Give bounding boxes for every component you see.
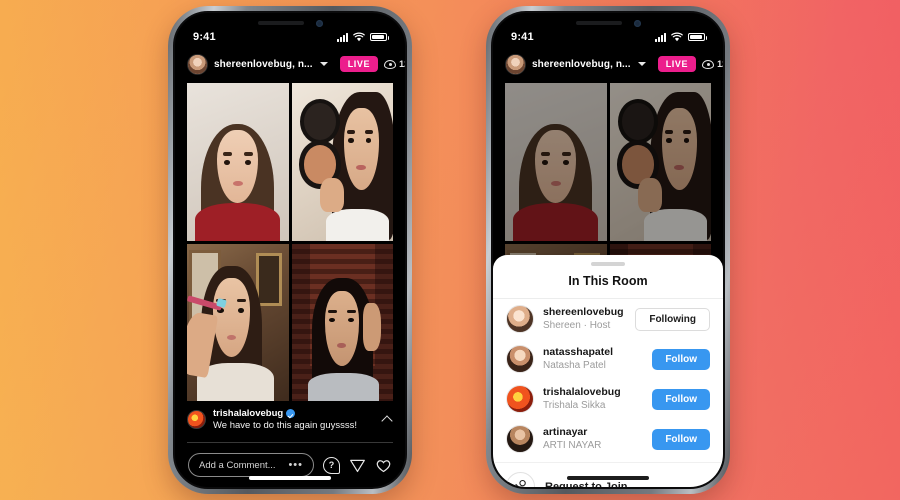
participant-list: shereenlovebug Shereen · Host Following … xyxy=(493,299,723,459)
viewer-count: 12k xyxy=(399,59,405,69)
front-camera-icon xyxy=(315,19,323,27)
request-to-join-label: Request to Join xyxy=(545,480,628,488)
follow-button[interactable]: Follow xyxy=(652,348,710,370)
signal-icon xyxy=(655,32,666,42)
viewer-count-group[interactable]: 12k xyxy=(702,59,723,69)
participant-subtitle: Shereen · Host xyxy=(543,320,611,332)
following-button[interactable]: Following xyxy=(635,307,710,331)
wifi-icon xyxy=(353,32,365,42)
verified-badge-icon xyxy=(286,409,296,418)
participant-username[interactable]: natasshapatel xyxy=(543,346,643,359)
host-handle[interactable]: shereenlovebug, n... xyxy=(532,59,631,70)
eye-icon xyxy=(702,59,715,69)
list-item[interactable]: artinayar ARTI NAYAR Follow xyxy=(493,419,723,459)
phone-top-hardware xyxy=(493,16,723,30)
live-header-left: shereenlovebug, n... LIVE 12k xyxy=(175,50,405,78)
status-bar-right: 9:41 xyxy=(493,27,723,47)
follow-button[interactable]: Follow xyxy=(652,388,710,410)
question-icon[interactable]: ? xyxy=(323,456,340,474)
participant-names: natasshapatel Natasha Patel xyxy=(543,346,643,372)
participant-names: shereenlovebug Shereen · Host xyxy=(543,306,626,332)
participant-names: artinayar ARTI NAYAR xyxy=(543,426,643,452)
comment-avatar[interactable] xyxy=(187,410,206,429)
status-icons xyxy=(337,32,389,42)
participant-username[interactable]: artinayar xyxy=(543,426,643,439)
phone-top-hardware xyxy=(175,16,405,30)
phone-right-screen: 9:41 shereenlovebug, n... LIVE 1 In This… xyxy=(491,11,725,489)
request-to-join-row[interactable]: Request to Join xyxy=(493,462,723,487)
heart-icon[interactable] xyxy=(375,457,392,474)
chevron-up-icon[interactable] xyxy=(382,413,393,424)
follow-button[interactable]: Follow xyxy=(652,428,710,450)
home-indicator-left[interactable] xyxy=(249,476,331,480)
phone-left: 9:41 shereenlovebug, n... LIVE 1 trishal… xyxy=(168,6,412,494)
in-this-room-sheet: In This Room shereenlovebug Shereen · Ho… xyxy=(493,255,723,487)
speaker-slot xyxy=(575,21,622,25)
participant-username[interactable]: shereenlovebug xyxy=(543,306,626,319)
live-badge: LIVE xyxy=(657,56,697,72)
host-handle[interactable]: shereenlovebug, n... xyxy=(214,59,313,70)
home-indicator-right[interactable] xyxy=(567,476,649,480)
sheet-title: In This Room xyxy=(493,266,723,299)
viewer-count-group[interactable]: 12k xyxy=(384,59,405,69)
comment-text: We have to do this again guyssss! xyxy=(213,420,357,431)
viewer-count: 12k xyxy=(717,59,723,69)
comment-input-placeholder: Add a Comment... xyxy=(199,459,276,471)
add-person-icon xyxy=(506,472,535,487)
live-badge: LIVE xyxy=(339,56,379,72)
avatar[interactable] xyxy=(506,385,534,413)
speaker-slot xyxy=(257,21,304,25)
front-camera-icon xyxy=(633,19,641,27)
comment-strip: trishalalovebug We have to do this again… xyxy=(175,405,405,438)
send-icon[interactable] xyxy=(349,457,366,474)
battery-icon xyxy=(688,33,707,41)
participant-subtitle: Trishala Sikka xyxy=(543,400,606,412)
avatar[interactable] xyxy=(506,425,534,453)
status-bar-left: 9:41 xyxy=(175,27,405,47)
host-avatar[interactable] xyxy=(187,53,208,75)
list-item[interactable]: natasshapatel Natasha Patel Follow xyxy=(493,339,723,379)
status-icons xyxy=(655,32,707,42)
action-bar-divider xyxy=(187,442,393,443)
participant-username[interactable]: trishalalovebug xyxy=(543,386,643,399)
signal-icon xyxy=(337,32,348,42)
comment-input[interactable]: Add a Comment... ••• xyxy=(188,453,314,477)
avatar[interactable] xyxy=(506,345,534,373)
status-time: 9:41 xyxy=(193,31,216,43)
video-tile-3[interactable] xyxy=(187,243,289,401)
video-tile-4[interactable] xyxy=(291,243,393,401)
comment-body: trishalalovebug We have to do this again… xyxy=(213,408,375,431)
host-avatar[interactable] xyxy=(505,53,526,75)
video-tile-2[interactable] xyxy=(291,83,393,241)
comment-username[interactable]: trishalalovebug xyxy=(213,408,283,419)
list-item[interactable]: trishalalovebug Trishala Sikka Follow xyxy=(493,379,723,419)
chevron-down-icon[interactable] xyxy=(319,62,328,66)
phone-left-screen: 9:41 shereenlovebug, n... LIVE 1 trishal… xyxy=(173,11,407,489)
more-options-icon[interactable]: ••• xyxy=(288,459,303,471)
comment-name-row: trishalalovebug xyxy=(213,408,375,419)
chevron-down-icon[interactable] xyxy=(637,62,646,66)
status-time: 9:41 xyxy=(511,31,534,43)
video-tile-1[interactable] xyxy=(187,83,289,241)
screenshot-canvas: 9:41 shereenlovebug, n... LIVE 1 trishal… xyxy=(0,0,900,500)
video-grid-left xyxy=(187,83,393,401)
list-item[interactable]: shereenlovebug Shereen · Host Following xyxy=(493,299,723,339)
wifi-icon xyxy=(671,32,683,42)
battery-icon xyxy=(370,33,389,41)
phone-right: 9:41 shereenlovebug, n... LIVE 1 In This… xyxy=(486,6,730,494)
live-header-right: shereenlovebug, n... LIVE 12k xyxy=(493,50,723,78)
participant-names: trishalalovebug Trishala Sikka xyxy=(543,386,643,412)
participant-subtitle: ARTI NAYAR xyxy=(543,440,602,452)
avatar[interactable] xyxy=(506,305,534,333)
eye-icon xyxy=(384,59,397,69)
participant-subtitle: Natasha Patel xyxy=(543,360,606,372)
